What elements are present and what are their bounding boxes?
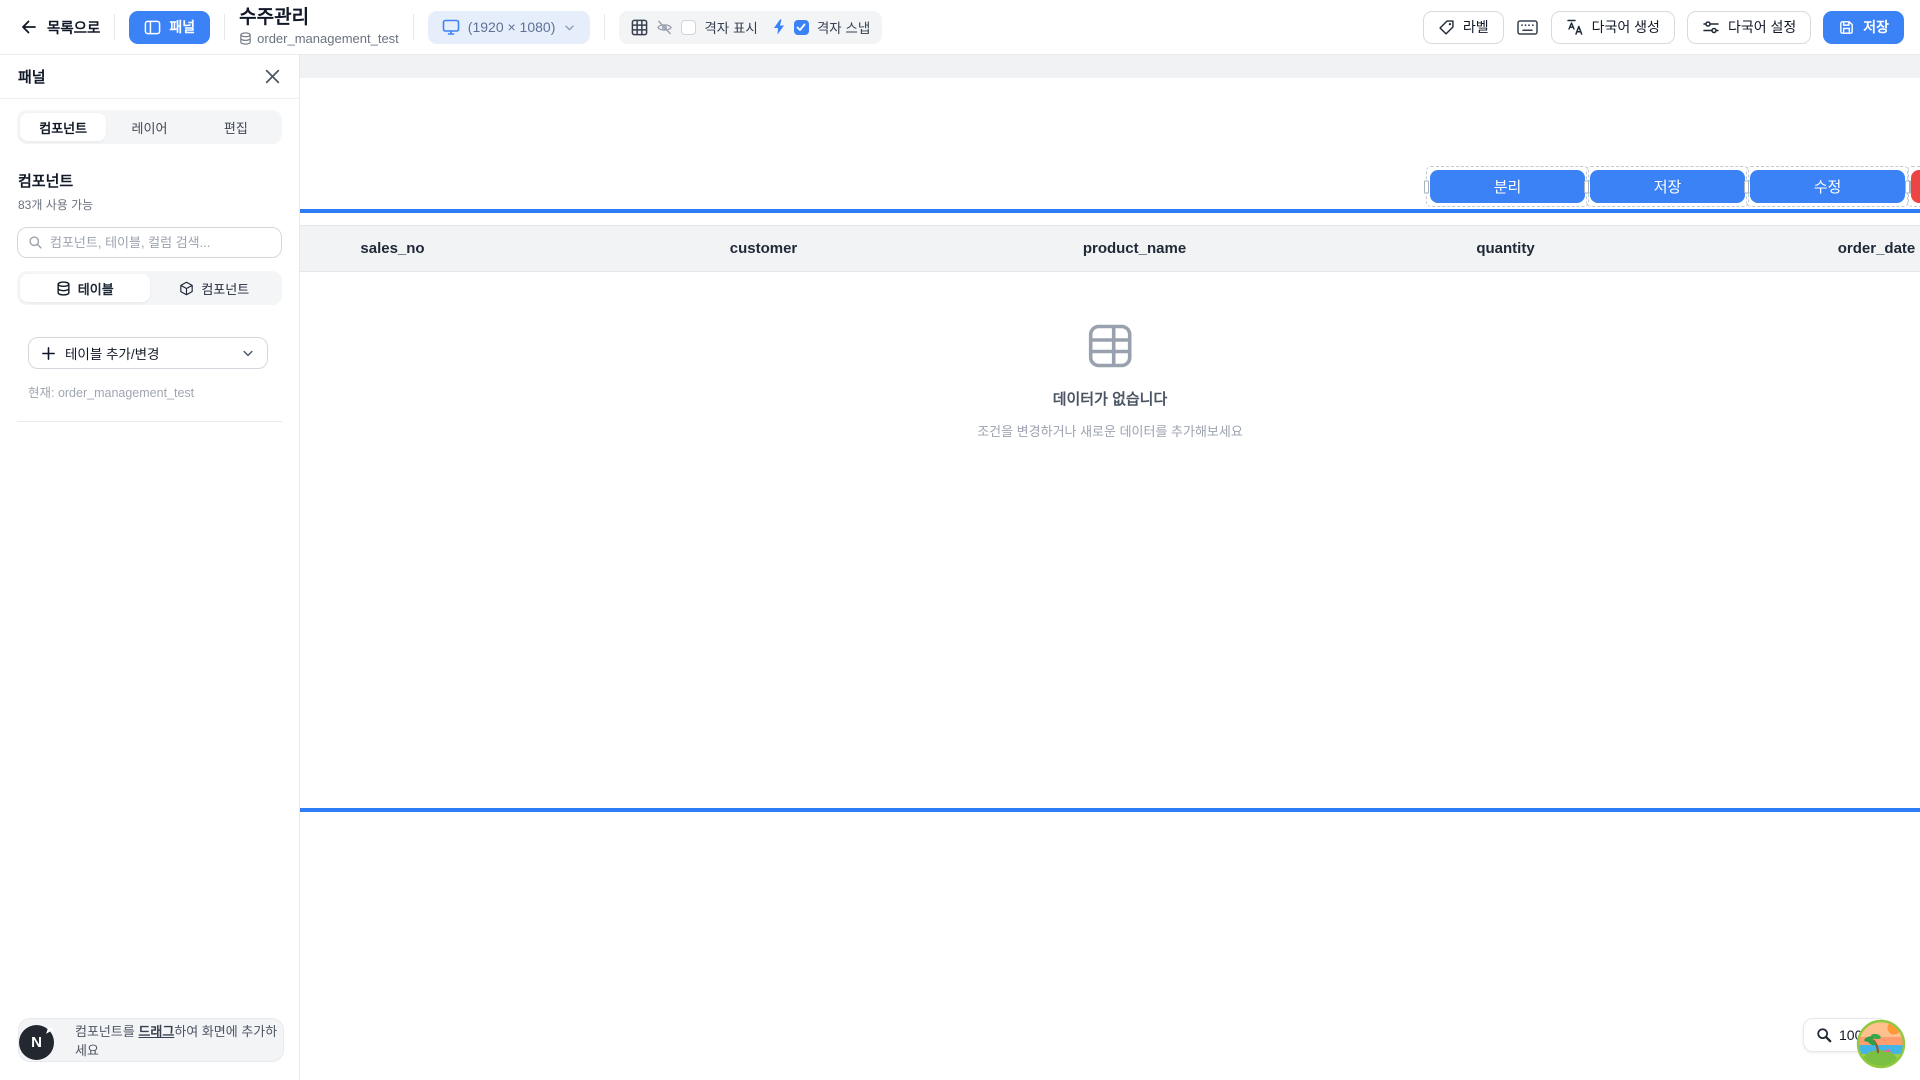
segment-tables-label: 테이블	[78, 279, 114, 298]
database-icon	[56, 281, 71, 296]
selected-component-wrapper	[1907, 166, 1920, 207]
panel-left-icon	[144, 19, 161, 36]
sliders-icon	[1702, 18, 1720, 36]
segment-tables[interactable]: 테이블	[20, 274, 150, 302]
toolbar-divider	[604, 14, 605, 40]
panel-title: 패널	[18, 66, 46, 87]
i18n-settings-text: 다국어 설정	[1728, 17, 1796, 37]
table-column-header: customer	[578, 226, 949, 271]
panel-toggle-label: 패널	[169, 17, 195, 37]
resize-handle[interactable]	[1905, 180, 1910, 193]
segment-components-label: 컴포넌트	[201, 279, 249, 298]
i18n-generate-button[interactable]: 다국어 생성	[1551, 11, 1675, 44]
page-title: 수주관리	[239, 8, 399, 29]
empty-table-icon	[1087, 323, 1133, 369]
canvas-button-clipped[interactable]	[1911, 170, 1920, 203]
top-toolbar: 목록으로 패널 수주관리 order_management_test (1920…	[0, 0, 1920, 55]
resolution-value: (1920 × 1080)	[468, 19, 556, 35]
selected-component-wrapper: 분리	[1426, 166, 1589, 207]
toolbar-divider	[413, 14, 414, 40]
table-empty-state: 데이터가 없습니다 조건을 변경하거나 새로운 데이터를 추가해보세요	[977, 323, 1243, 440]
table-header-row: sales_no customer product_name quantity …	[300, 225, 1920, 272]
drag-hint-text: 컴포넌트를 드래그하여 화면에 추가하세요	[75, 1021, 283, 1059]
save-button[interactable]: 저장	[1823, 11, 1904, 44]
resize-handle[interactable]	[1744, 180, 1749, 193]
grid-icon	[631, 19, 648, 36]
toolbar-divider	[224, 14, 225, 40]
resolution-selector[interactable]: (1920 × 1080)	[428, 11, 591, 44]
lightning-icon	[772, 19, 786, 35]
plus-icon	[41, 346, 56, 361]
component-search	[17, 227, 282, 258]
check-icon	[796, 22, 806, 32]
eye-off-icon	[656, 19, 673, 36]
save-icon	[1838, 19, 1855, 36]
grid-options-group: 격자 표시 격자 스냅	[619, 11, 882, 44]
database-icon	[239, 32, 252, 45]
close-icon[interactable]	[264, 68, 281, 85]
canvas-gutter	[300, 55, 1920, 78]
cursor-badge: N	[19, 1025, 54, 1060]
save-button-text: 저장	[1863, 17, 1889, 37]
table-column-header: quantity	[1320, 226, 1691, 271]
chevron-down-icon	[241, 346, 255, 360]
left-panel: 패널 컴포넌트 레이어 편집 컴포넌트 83개 사용 가능 테이블	[0, 55, 300, 1080]
search-icon	[28, 235, 43, 250]
label-button-text: 라벨	[1463, 17, 1489, 37]
empty-state-title: 데이터가 없습니다	[1053, 388, 1168, 409]
design-canvas: 분리 저장 수정 sales_no customer product_name …	[300, 55, 1920, 1080]
table-column-header: sales_no	[300, 226, 578, 271]
panel-tabs: 컴포넌트 레이어 편집	[17, 110, 282, 144]
page-title-block: 수주관리 order_management_test	[239, 8, 399, 47]
i18n-settings-button[interactable]: 다국어 설정	[1687, 11, 1811, 44]
add-table-button[interactable]: 테이블 추가/변경	[28, 337, 268, 369]
tab-layers[interactable]: 레이어	[106, 113, 192, 141]
panel-divider	[17, 421, 282, 422]
canvas-button-edit[interactable]: 수정	[1750, 170, 1905, 203]
back-label: 목록으로	[47, 17, 100, 38]
table-column-header: order_date	[1691, 226, 1920, 271]
add-table-label: 테이블 추가/변경	[65, 343, 232, 363]
tab-edit[interactable]: 편집	[193, 113, 279, 141]
table-selection-top-border	[300, 209, 1920, 213]
grid-snap-label: 격자 스냅	[817, 17, 870, 37]
resize-handle[interactable]	[1424, 180, 1429, 193]
tag-icon	[1438, 19, 1455, 36]
toolbar-divider	[114, 14, 115, 40]
canvas-button-separate[interactable]: 분리	[1430, 170, 1585, 203]
drag-hint-tooltip: 컴포넌트를 드래그하여 화면에 추가하세요	[18, 1018, 284, 1062]
grid-show-label: 격자 표시	[704, 17, 757, 37]
i18n-generate-text: 다국어 생성	[1592, 17, 1660, 37]
grid-show-checkbox[interactable]	[681, 20, 696, 35]
arrow-left-icon	[20, 18, 38, 36]
segment-components[interactable]: 컴포넌트	[150, 274, 280, 302]
toolbar-right-group: 라벨 다국어 생성 다국어 설정	[1423, 11, 1904, 44]
label-button[interactable]: 라벨	[1423, 11, 1504, 44]
components-section-title: 컴포넌트	[18, 170, 281, 191]
empty-state-subtitle: 조건을 변경하거나 새로운 데이터를 추가해보세요	[977, 421, 1243, 440]
translate-icon	[1566, 18, 1584, 36]
panel-toggle-button[interactable]: 패널	[129, 11, 210, 44]
canvas-button-save[interactable]: 저장	[1590, 170, 1745, 203]
magnifier-icon	[1816, 1027, 1832, 1043]
grid-snap-checkbox[interactable]	[794, 20, 809, 35]
source-segmented-control: 테이블 컴포넌트	[17, 271, 282, 305]
selected-component-wrapper: 저장	[1586, 166, 1749, 207]
island-sticker-icon	[1856, 1019, 1906, 1069]
keyboard-icon[interactable]	[1516, 17, 1539, 37]
tab-components[interactable]: 컴포넌트	[20, 113, 106, 141]
selected-component-wrapper: 수정	[1746, 166, 1909, 207]
table-selection-bottom-border	[300, 808, 1920, 812]
resize-handle[interactable]	[1584, 180, 1589, 193]
components-count: 83개 사용 가능	[18, 196, 281, 213]
back-button[interactable]: 목록으로	[20, 17, 100, 38]
monitor-icon	[442, 18, 460, 36]
current-table-label: 현재: order_management_test	[28, 382, 271, 401]
search-input[interactable]	[50, 235, 271, 250]
bound-table-name: order_management_test	[257, 31, 399, 46]
package-icon	[179, 281, 194, 296]
table-column-header: product_name	[949, 226, 1320, 271]
chevron-down-icon	[563, 21, 576, 34]
